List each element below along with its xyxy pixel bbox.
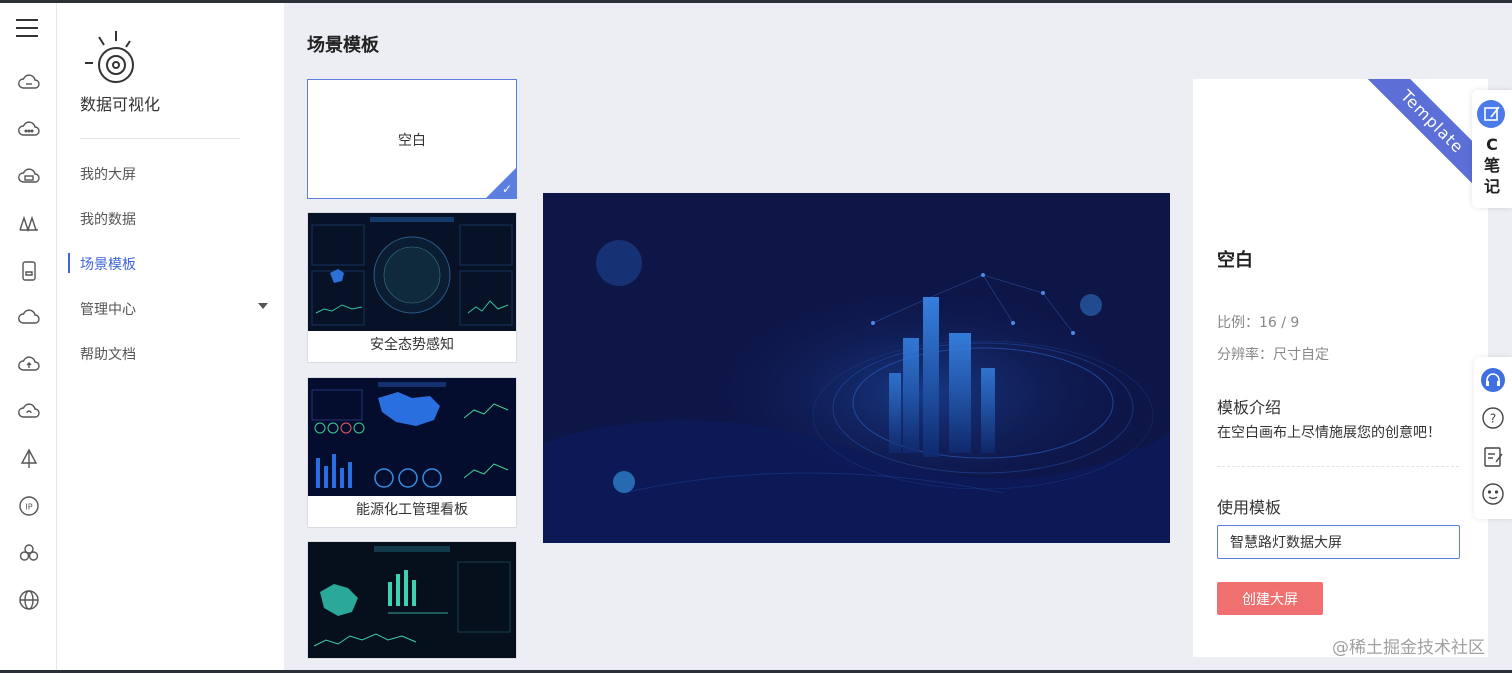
detail-divider (1217, 466, 1459, 467)
cloud-sync-icon[interactable] (17, 400, 41, 424)
nav-item-my-data[interactable]: 我的数据 (80, 209, 136, 229)
template-name: 空白 (398, 133, 426, 149)
menu-icon[interactable] (16, 19, 38, 39)
nav-item-help-docs[interactable]: 帮助文档 (80, 344, 136, 364)
template-thumbnail (308, 542, 516, 658)
cloud-icon[interactable] (17, 71, 41, 95)
storage-icon[interactable] (17, 259, 41, 283)
template-thumbnail (308, 213, 516, 331)
nav-item-management[interactable]: 管理中心 (80, 299, 136, 319)
nav-active-indicator (68, 253, 70, 273)
help-icon[interactable]: ? (1480, 405, 1506, 431)
template-preview (543, 193, 1170, 543)
headset-icon[interactable] (1480, 367, 1506, 393)
nav-item-my-screens[interactable]: 我的大屏 (80, 164, 136, 184)
detail-title: 空白 (1217, 250, 1253, 271)
svg-text:?: ? (1490, 412, 1496, 426)
cloud-upload-icon[interactable] (17, 353, 41, 377)
cloud-server-icon[interactable] (17, 165, 41, 189)
create-screen-button[interactable]: 创建大屏 (1217, 582, 1323, 615)
template-ribbon: Template (1358, 79, 1488, 209)
feedback-icon[interactable] (1480, 444, 1506, 470)
note-icon[interactable] (1477, 100, 1505, 128)
smile-icon[interactable] (1480, 481, 1506, 507)
logo-icon (83, 27, 135, 87)
template-card-energy[interactable]: 能源化工管理看板 (307, 377, 517, 528)
watermark: @稀土掘金技术社区 (1332, 638, 1485, 658)
template-name: 能源化工管理看板 (356, 502, 468, 518)
sail-icon[interactable] (17, 447, 41, 471)
ribbon-label: Template (1358, 79, 1488, 209)
template-card-blank[interactable]: 空白 ✓ (307, 79, 517, 199)
nav-divider (80, 138, 240, 139)
note-widget[interactable]: C笔记 (1472, 90, 1512, 208)
detail-resolution: 分辨率：尺寸自定 (1217, 347, 1329, 363)
template-name: 安全态势感知 (370, 337, 454, 353)
intro-text: 在空白画布上尽情施展您的创意吧！ (1217, 425, 1441, 441)
svg-text:IP: IP (25, 503, 32, 512)
cluster-icon[interactable] (17, 541, 41, 565)
nav-item-scene-templates[interactable]: 场景模板 (80, 254, 136, 274)
page-title: 场景模板 (307, 35, 379, 56)
globe-icon[interactable] (17, 588, 41, 612)
screen-name-input[interactable] (1217, 525, 1460, 559)
use-template-label: 使用模板 (1217, 498, 1282, 517)
template-card-security[interactable]: 安全态势感知 (307, 212, 517, 363)
ip-icon[interactable]: IP (17, 494, 41, 518)
detail-ratio: 比例：16 / 9 (1217, 315, 1300, 331)
cloud-icon[interactable] (17, 306, 41, 330)
side-nav: 数据可视化 我的大屏 我的数据 场景模板 管理中心 帮助文档 (57, 3, 284, 670)
bridge-icon[interactable] (17, 212, 41, 236)
template-card-industry[interactable] (307, 541, 517, 659)
check-icon: ✓ (501, 182, 512, 196)
template-detail-panel: Template 空白 比例：16 / 9 分辨率：尺寸自定 模板介绍 在空白画… (1193, 79, 1488, 657)
chevron-down-icon[interactable] (258, 303, 268, 309)
cloud-dots-icon[interactable] (17, 118, 41, 142)
brand-name: 数据可视化 (80, 95, 161, 114)
help-toolbar: ? (1474, 357, 1512, 519)
template-thumbnail (308, 378, 516, 496)
intro-heading: 模板介绍 (1217, 398, 1282, 417)
icon-rail: IP (0, 3, 57, 670)
note-label: C笔记 (1483, 135, 1500, 196)
